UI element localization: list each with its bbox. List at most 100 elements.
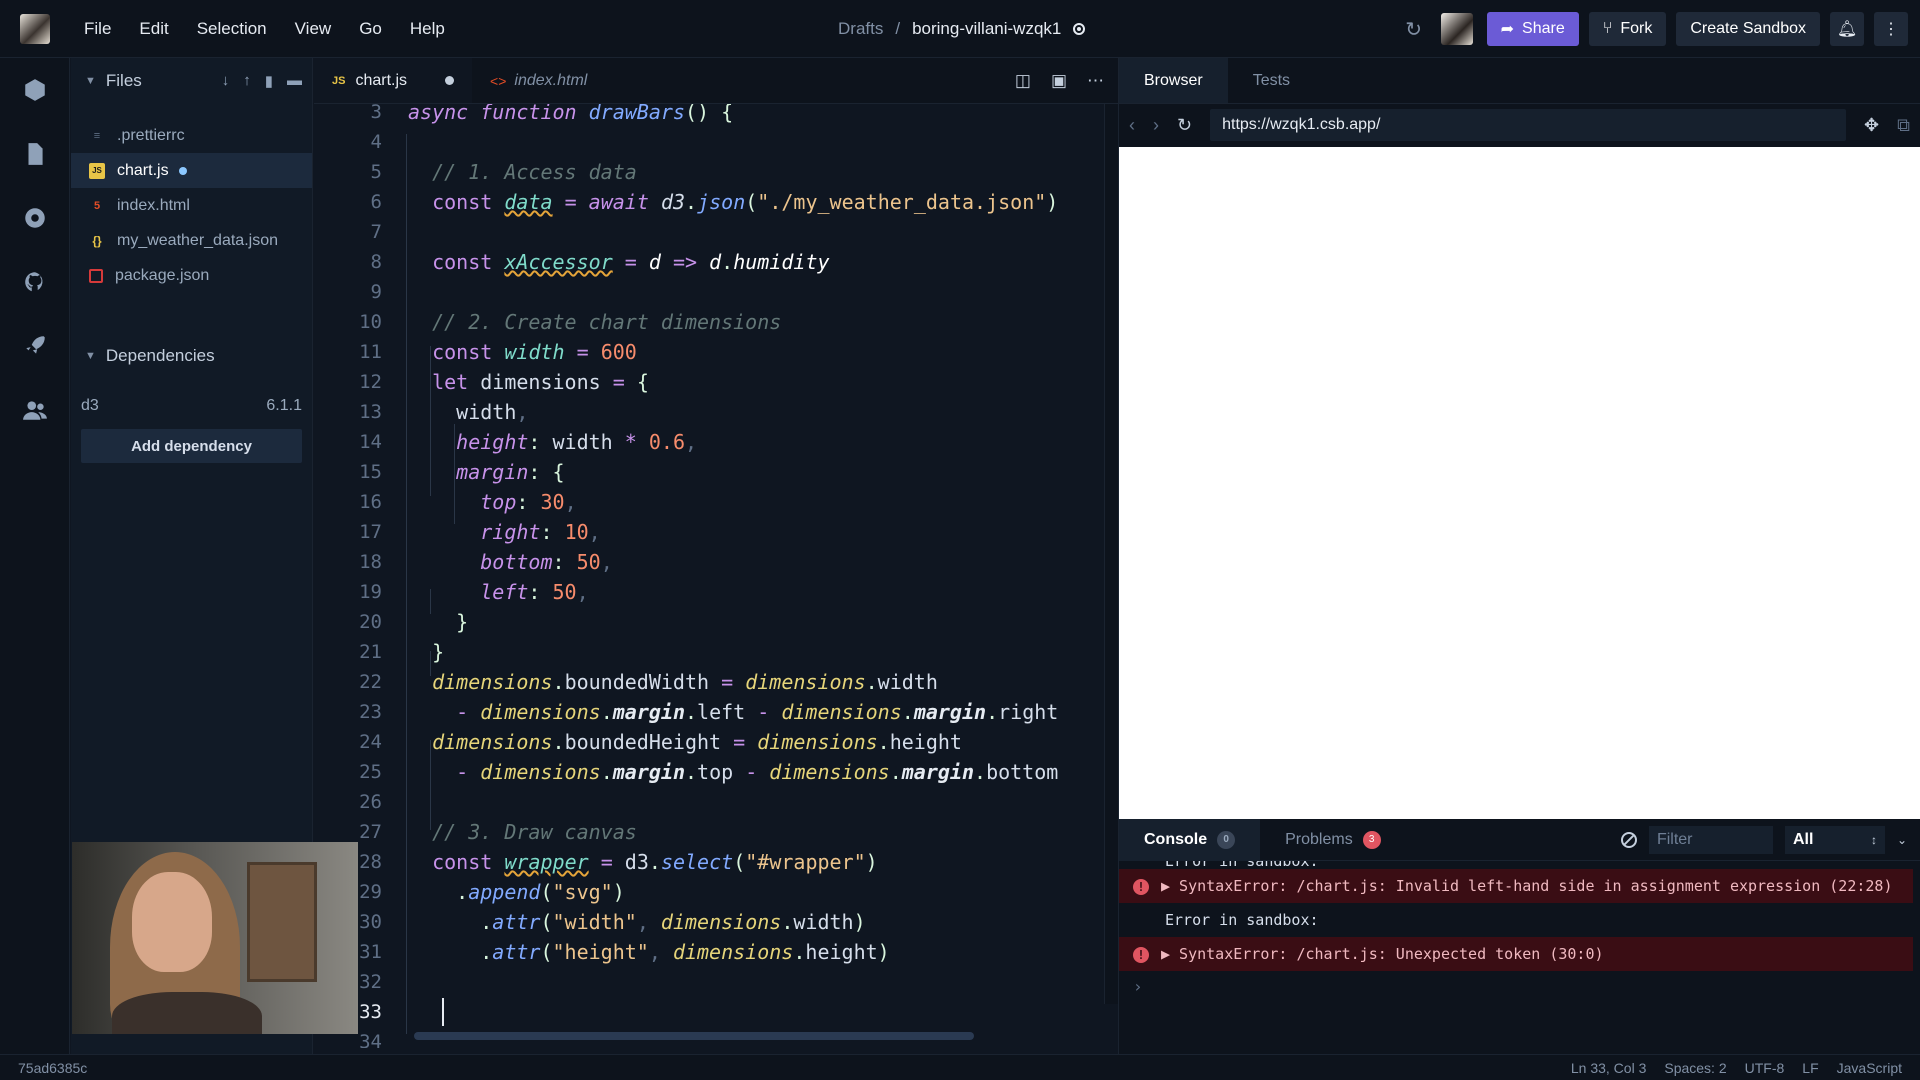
- more-icon[interactable]: ⋯: [1087, 71, 1104, 91]
- user-avatar[interactable]: [1440, 13, 1473, 45]
- tab-browser[interactable]: Browser: [1119, 58, 1228, 103]
- chevron-down-icon[interactable]: ⌄: [1897, 833, 1907, 847]
- code-line: 4: [314, 127, 408, 157]
- split-view-icon[interactable]: ◫: [1015, 71, 1031, 91]
- menu-go[interactable]: Go: [345, 19, 396, 39]
- unsaved-dot-icon[interactable]: [445, 76, 455, 85]
- code-line: 12 let dimensions = {: [314, 367, 649, 397]
- line-number: 8: [370, 251, 382, 273]
- status-bar: 75ad6385c Ln 33, Col 3 Spaces: 2 UTF-8 L…: [0, 1054, 1920, 1080]
- fork-button[interactable]: ⑂ Fork: [1588, 12, 1667, 46]
- file-item-package-json[interactable]: package.json: [71, 258, 312, 293]
- codesandbox-logo[interactable]: [0, 0, 70, 58]
- url-bar[interactable]: https://wzqk1.csb.app/: [1210, 109, 1847, 141]
- tab-problems[interactable]: Problems 3: [1260, 819, 1406, 861]
- cursor-position[interactable]: Ln 33, Col 3: [1571, 1060, 1647, 1076]
- code-area[interactable]: 3 async function drawBars() { 4 5 // 1. A…: [314, 104, 1104, 1048]
- error-text: ▶ SyntaxError: /chart.js: Unexpected tok…: [1161, 945, 1604, 963]
- code-line: 25 - dimensions.margin.top - dimensions.…: [314, 757, 1058, 787]
- more-menu-icon[interactable]: ⋮: [1874, 12, 1908, 46]
- dependency-name: d3: [81, 397, 99, 414]
- download-icon[interactable]: ↓: [222, 72, 230, 90]
- users-icon[interactable]: [0, 378, 70, 442]
- open-new-window-icon[interactable]: ⧉: [1897, 115, 1910, 136]
- tab-tests[interactable]: Tests: [1228, 58, 1315, 103]
- browser-nav: ‹ › ↻ https://wzqk1.csb.app/ ✥ ⧉: [1119, 104, 1920, 146]
- encoding[interactable]: UTF-8: [1745, 1060, 1785, 1076]
- tab-console[interactable]: Console 0: [1119, 818, 1261, 861]
- forward-icon[interactable]: ›: [1153, 115, 1159, 136]
- code-line: 27 // 3. Draw canvas: [314, 817, 637, 847]
- file-item-weather-json[interactable]: {} my_weather_data.json: [71, 223, 312, 258]
- cube-icon[interactable]: [0, 58, 70, 122]
- file-item-index-html[interactable]: 5 index.html: [71, 188, 312, 223]
- rocket-icon[interactable]: [0, 314, 70, 378]
- filter-input[interactable]: Filter: [1648, 825, 1773, 854]
- new-file-icon[interactable]: ▮: [265, 72, 273, 90]
- reload-icon[interactable]: ↻: [1177, 115, 1192, 136]
- menu-file[interactable]: File: [70, 19, 125, 39]
- menu-selection[interactable]: Selection: [183, 19, 281, 39]
- line-number: 24: [359, 731, 382, 753]
- breadcrumb-drafts[interactable]: Drafts: [838, 19, 883, 39]
- files-header[interactable]: ▼ Files ↓ ↑ ▮ ▬: [71, 58, 312, 104]
- file-item-prettierrc[interactable]: ≡ .prettierrc: [71, 118, 312, 153]
- breadcrumb-separator: /: [895, 19, 901, 38]
- language-mode[interactable]: JavaScript: [1837, 1060, 1902, 1076]
- files-title: Files: [105, 71, 142, 90]
- line-number: 23: [359, 701, 382, 723]
- top-actions: ↻ ➦ Share ⑂ Fork Create Sandbox 🔔︎ ⋮: [1397, 0, 1920, 58]
- create-sandbox-button[interactable]: Create Sandbox: [1676, 12, 1820, 46]
- github-icon[interactable]: [0, 250, 70, 314]
- line-ending[interactable]: LF: [1802, 1060, 1818, 1076]
- bell-icon[interactable]: 🔔︎: [1830, 12, 1864, 46]
- line-number: 5: [370, 161, 382, 183]
- dependencies-header[interactable]: ▼ Dependencies: [71, 335, 312, 377]
- menu-edit[interactable]: Edit: [125, 19, 182, 39]
- file-item-chart-js[interactable]: JS chart.js: [71, 153, 312, 188]
- dependency-d3[interactable]: d3 6.1.1: [71, 387, 312, 425]
- code-line: 15 margin: {: [314, 457, 564, 487]
- horizontal-scrollbar[interactable]: [414, 1032, 974, 1040]
- add-dependency-button[interactable]: Add dependency: [81, 429, 302, 463]
- tab-index-html[interactable]: <> index.html: [472, 58, 605, 103]
- menu-view[interactable]: View: [281, 19, 346, 39]
- preview-tabs: Browser Tests: [1119, 58, 1920, 104]
- code-editor: JS chart.js <> index.html ◫ ▣ ⋯ 3 async fun…: [314, 58, 1118, 1054]
- menu-help[interactable]: Help: [396, 19, 459, 39]
- code-line: 21 }: [314, 637, 444, 667]
- chevron-down-icon: ▼: [85, 75, 96, 87]
- npm-file-icon: [89, 268, 103, 283]
- console-prompt[interactable]: ›: [1119, 971, 1920, 1002]
- console-panel: Console 0 Problems 3 Filter All ↕ ⌄ Error i…: [1119, 818, 1920, 1054]
- count-badge: 3: [1362, 830, 1381, 849]
- file-name: .prettierrc: [117, 126, 185, 144]
- new-folder-icon[interactable]: ▬: [287, 72, 302, 90]
- tab-label: Console: [1144, 830, 1208, 848]
- count-badge: 0: [1217, 830, 1236, 849]
- devtools-icon[interactable]: ✥: [1864, 115, 1879, 136]
- indentation[interactable]: Spaces: 2: [1664, 1060, 1726, 1076]
- upload-icon[interactable]: ↑: [243, 72, 251, 90]
- refresh-icon[interactable]: ↻: [1397, 12, 1431, 46]
- back-icon[interactable]: ‹: [1129, 115, 1135, 136]
- js-file-icon: JS: [332, 74, 346, 87]
- line-number: 6: [370, 191, 382, 213]
- console-error[interactable]: ! ▶ SyntaxError: /chart.js: Unexpected to…: [1119, 937, 1913, 971]
- vertical-scrollbar[interactable]: [1104, 104, 1118, 1004]
- gear-icon[interactable]: [0, 186, 70, 250]
- sandbox-name[interactable]: boring-villani-wzqk1: [912, 19, 1061, 39]
- tab-chart-js[interactable]: JS chart.js: [314, 58, 473, 103]
- browser-viewport[interactable]: [1119, 147, 1920, 819]
- log-level-select[interactable]: All ↕: [1784, 825, 1885, 854]
- file-icon[interactable]: [0, 122, 70, 186]
- console-info: Error in sandbox:: [1165, 911, 1319, 929]
- line-number: 12: [359, 371, 382, 393]
- user-avatar: [20, 13, 50, 44]
- preview-icon[interactable]: ▣: [1051, 71, 1067, 91]
- share-button[interactable]: ➦ Share: [1486, 12, 1579, 46]
- console-error[interactable]: ! ▶ SyntaxError: /chart.js: Invalid left-…: [1119, 869, 1913, 903]
- globe-icon: [1073, 23, 1086, 35]
- line-number: 11: [359, 341, 382, 363]
- clear-console-icon[interactable]: [1620, 831, 1637, 848]
